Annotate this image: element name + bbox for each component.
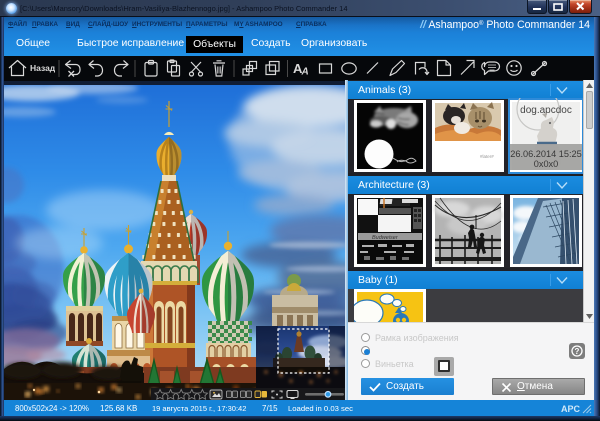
svg-text:A: A: [301, 67, 309, 78]
svg-text:26.06.2014 15:25: 26.06.2014 15:25: [510, 149, 582, 159]
svg-text:#later#: #later#: [480, 154, 494, 159]
svg-text:Назад: Назад: [30, 63, 56, 73]
svg-text:?: ?: [575, 347, 580, 356]
svg-text:0x0x0: 0x0x0: [534, 159, 559, 169]
